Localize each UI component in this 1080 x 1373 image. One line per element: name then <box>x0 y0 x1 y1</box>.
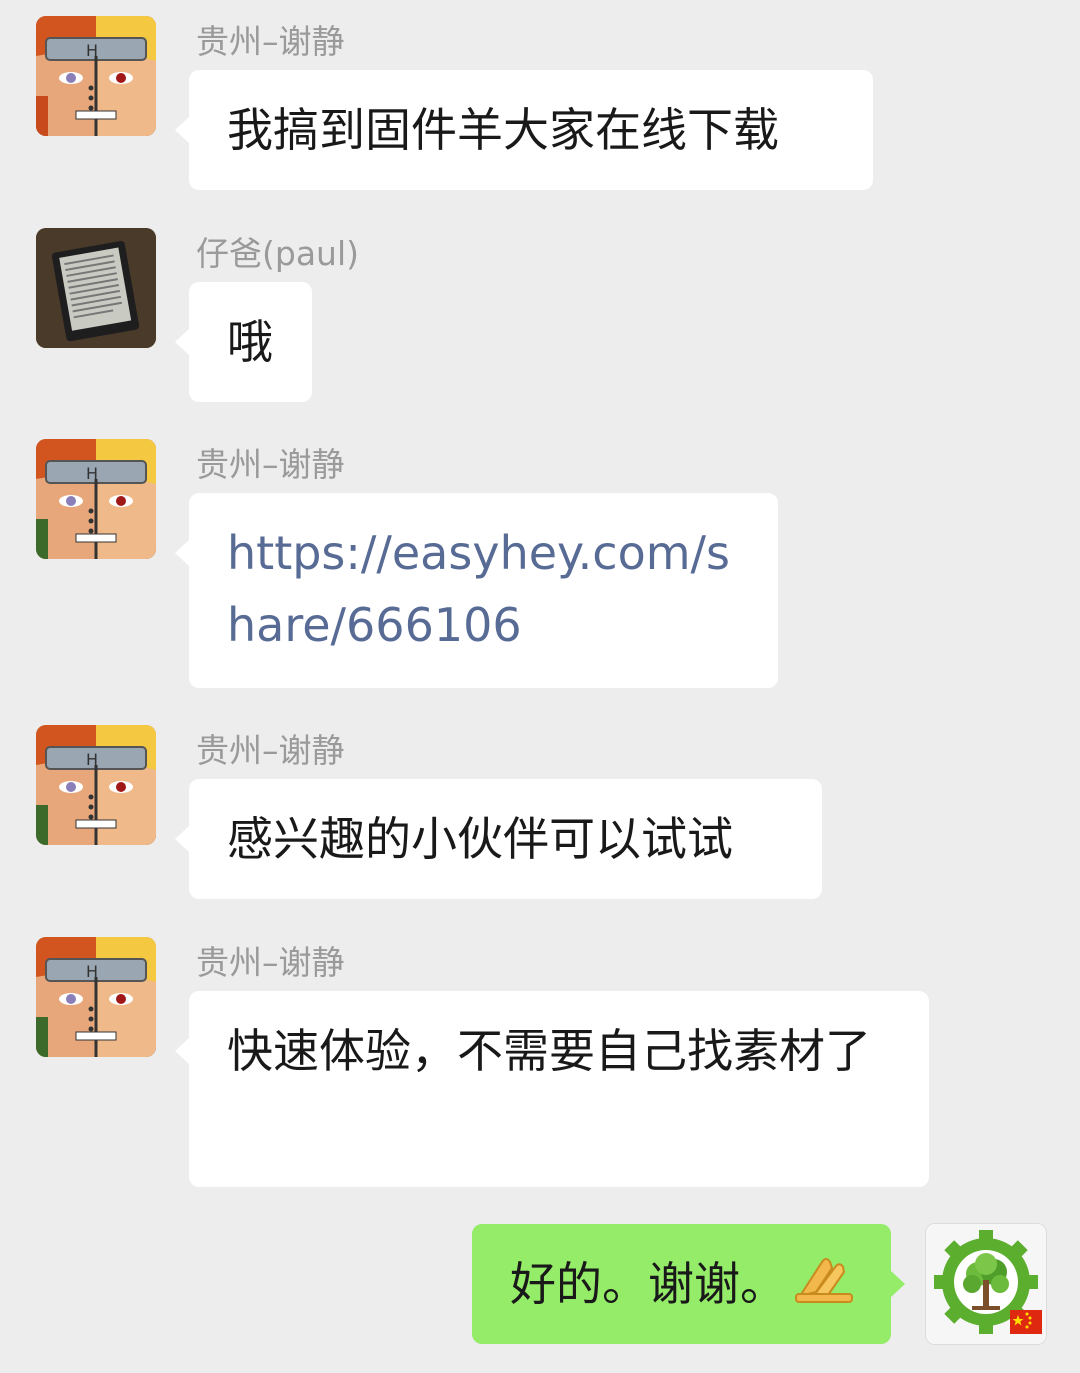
message-text: 好的。谢谢。 <box>510 1257 786 1311</box>
self-message-content: 好的。谢谢。 <box>510 1248 855 1324</box>
tree-gear-avatar-icon[interactable] <box>925 1223 1047 1345</box>
message-text: 感兴趣的小伙伴可以试试 <box>227 812 733 866</box>
message-text: 我搞到固件羊大家在线下载 <box>227 103 779 157</box>
naruto-avatar-icon[interactable]: H <box>36 16 156 136</box>
folded-hands-icon <box>792 1252 856 1324</box>
message-text: 快速体验，不需要自己找素材了 <box>227 1024 871 1078</box>
sender-name: 贵州–谢静 <box>196 445 345 484</box>
naruto-avatar-icon[interactable]: H <box>36 725 156 845</box>
sender-name: 贵州–谢静 <box>196 731 345 770</box>
sender-name: 贵州–谢静 <box>196 943 345 982</box>
message-bubble[interactable]: 快速体验，不需要自己找素材了 <box>175 991 929 1187</box>
sender-name: 贵州–谢静 <box>196 22 345 61</box>
message-bubble[interactable]: 感兴趣的小伙伴可以试试 <box>175 779 822 899</box>
link-bubble[interactable]: https://easyhey.com/share/666106 <box>175 493 778 688</box>
naruto-avatar-icon[interactable]: H <box>36 439 156 559</box>
message-bubble[interactable]: 我搞到固件羊大家在线下载 <box>175 70 873 190</box>
message-bubble[interactable]: 哦 <box>175 282 312 402</box>
sender-name: 仔爸(paul) <box>196 234 360 273</box>
link-text[interactable]: https://easyhey.com/share/666106 <box>227 517 742 661</box>
self-message-bubble[interactable]: 好的。谢谢。 <box>472 1224 905 1344</box>
naruto-avatar-icon[interactable]: H <box>36 937 156 1057</box>
ereader-avatar-icon[interactable] <box>36 228 156 348</box>
message-text: 哦 <box>227 315 273 369</box>
